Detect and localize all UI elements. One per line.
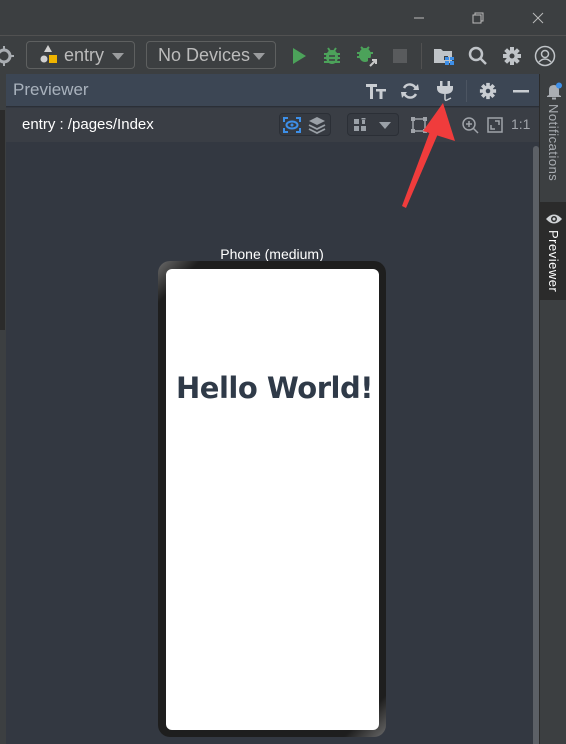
refresh-button[interactable]	[398, 79, 422, 103]
header-separator	[466, 80, 467, 102]
restore-icon	[472, 12, 484, 24]
hello-world-text: Hello World!	[176, 371, 373, 405]
module-icon	[40, 45, 57, 63]
chevron-down-icon	[253, 53, 265, 60]
device-selector[interactable]: No Devices	[146, 41, 276, 69]
run-icon	[293, 48, 306, 64]
stop-icon	[393, 49, 407, 63]
zoom-out-icon	[435, 117, 452, 134]
close-icon	[532, 12, 544, 24]
restore-window-button[interactable]	[455, 0, 501, 36]
layers-toggle[interactable]	[307, 115, 327, 135]
layers-icon	[308, 117, 326, 134]
settings-icon	[479, 82, 497, 100]
previewer-tab-label: Previewer	[546, 230, 561, 293]
search-button[interactable]	[466, 44, 490, 68]
fit-screen-button[interactable]	[485, 115, 505, 135]
inspector-icon	[283, 117, 301, 133]
attach-debugger-button[interactable]	[355, 44, 379, 68]
zoom-in-button[interactable]	[460, 115, 480, 135]
actual-size-button[interactable]: 1:1	[511, 116, 530, 132]
module-selector[interactable]: entry	[26, 41, 135, 69]
debug-button[interactable]	[320, 44, 344, 68]
previewer-tab[interactable]: Previewer	[540, 202, 566, 300]
close-window-button[interactable]	[515, 0, 561, 36]
account-button[interactable]	[533, 44, 557, 68]
previewer-subheader: entry : /pages/Index 1:1	[6, 108, 539, 142]
debug-icon	[324, 47, 340, 64]
panel-title: Previewer	[13, 80, 89, 99]
project-structure-button[interactable]	[432, 44, 456, 68]
search-icon	[468, 46, 487, 65]
right-tool-strip: Notifications Previewer	[539, 74, 566, 744]
notifications-tab[interactable]: Notifications	[540, 82, 566, 197]
font-size-button[interactable]	[364, 79, 388, 103]
previewer-settings-button[interactable]	[476, 79, 500, 103]
plug-icon	[437, 81, 453, 102]
project-structure-icon	[434, 49, 454, 65]
grid-layout-button[interactable]	[350, 115, 370, 135]
inspector-toggle[interactable]	[282, 115, 302, 135]
chevron-down-icon	[112, 53, 124, 60]
stop-button[interactable]	[388, 44, 412, 68]
eye-icon	[545, 214, 562, 224]
module-selector-value: entry	[64, 44, 105, 65]
fit-frame-icon	[411, 117, 427, 133]
phone-frame: Hello World!	[158, 261, 386, 737]
run-button[interactable]	[287, 44, 311, 68]
ide-window: entry No Devices Previewer entry: /page…	[0, 0, 566, 744]
zoom-out-button[interactable]	[433, 115, 453, 135]
target-button[interactable]	[0, 44, 16, 68]
font-size-icon	[366, 84, 386, 99]
title-bar	[0, 0, 566, 36]
main-toolbar: entry No Devices	[0, 37, 566, 74]
bell-icon	[546, 82, 562, 100]
phone-screen[interactable]: Hello World!	[166, 269, 379, 730]
plug-button[interactable]	[433, 79, 457, 103]
route-label: entry : /pages/Index	[22, 116, 154, 133]
notifications-tab-label: Notifications	[546, 104, 561, 182]
minimize-panel-button[interactable]	[509, 79, 533, 103]
previewer-header: Previewer	[6, 74, 539, 107]
minimize-panel-icon	[513, 90, 529, 93]
attach-debugger-icon	[357, 46, 377, 67]
toolbar-separator	[421, 43, 422, 69]
minimize-window-button[interactable]	[396, 0, 442, 36]
fit-frame-button[interactable]	[409, 115, 429, 135]
device-selector-value: No Devices	[158, 44, 251, 65]
target-icon	[0, 46, 14, 66]
device-name-label: Phone (medium)	[220, 246, 324, 262]
minimize-icon	[414, 17, 424, 19]
grid-layout-icon	[354, 118, 366, 131]
layout-dropdown-toggle[interactable]	[375, 115, 395, 135]
chevron-down-icon	[379, 122, 391, 129]
fit-screen-icon	[487, 117, 503, 133]
zoom-in-icon	[462, 117, 479, 134]
settings-icon	[503, 47, 521, 65]
refresh-icon	[401, 83, 419, 99]
left-strip-panel	[0, 110, 5, 330]
settings-button[interactable]	[500, 44, 524, 68]
account-icon	[534, 45, 556, 67]
